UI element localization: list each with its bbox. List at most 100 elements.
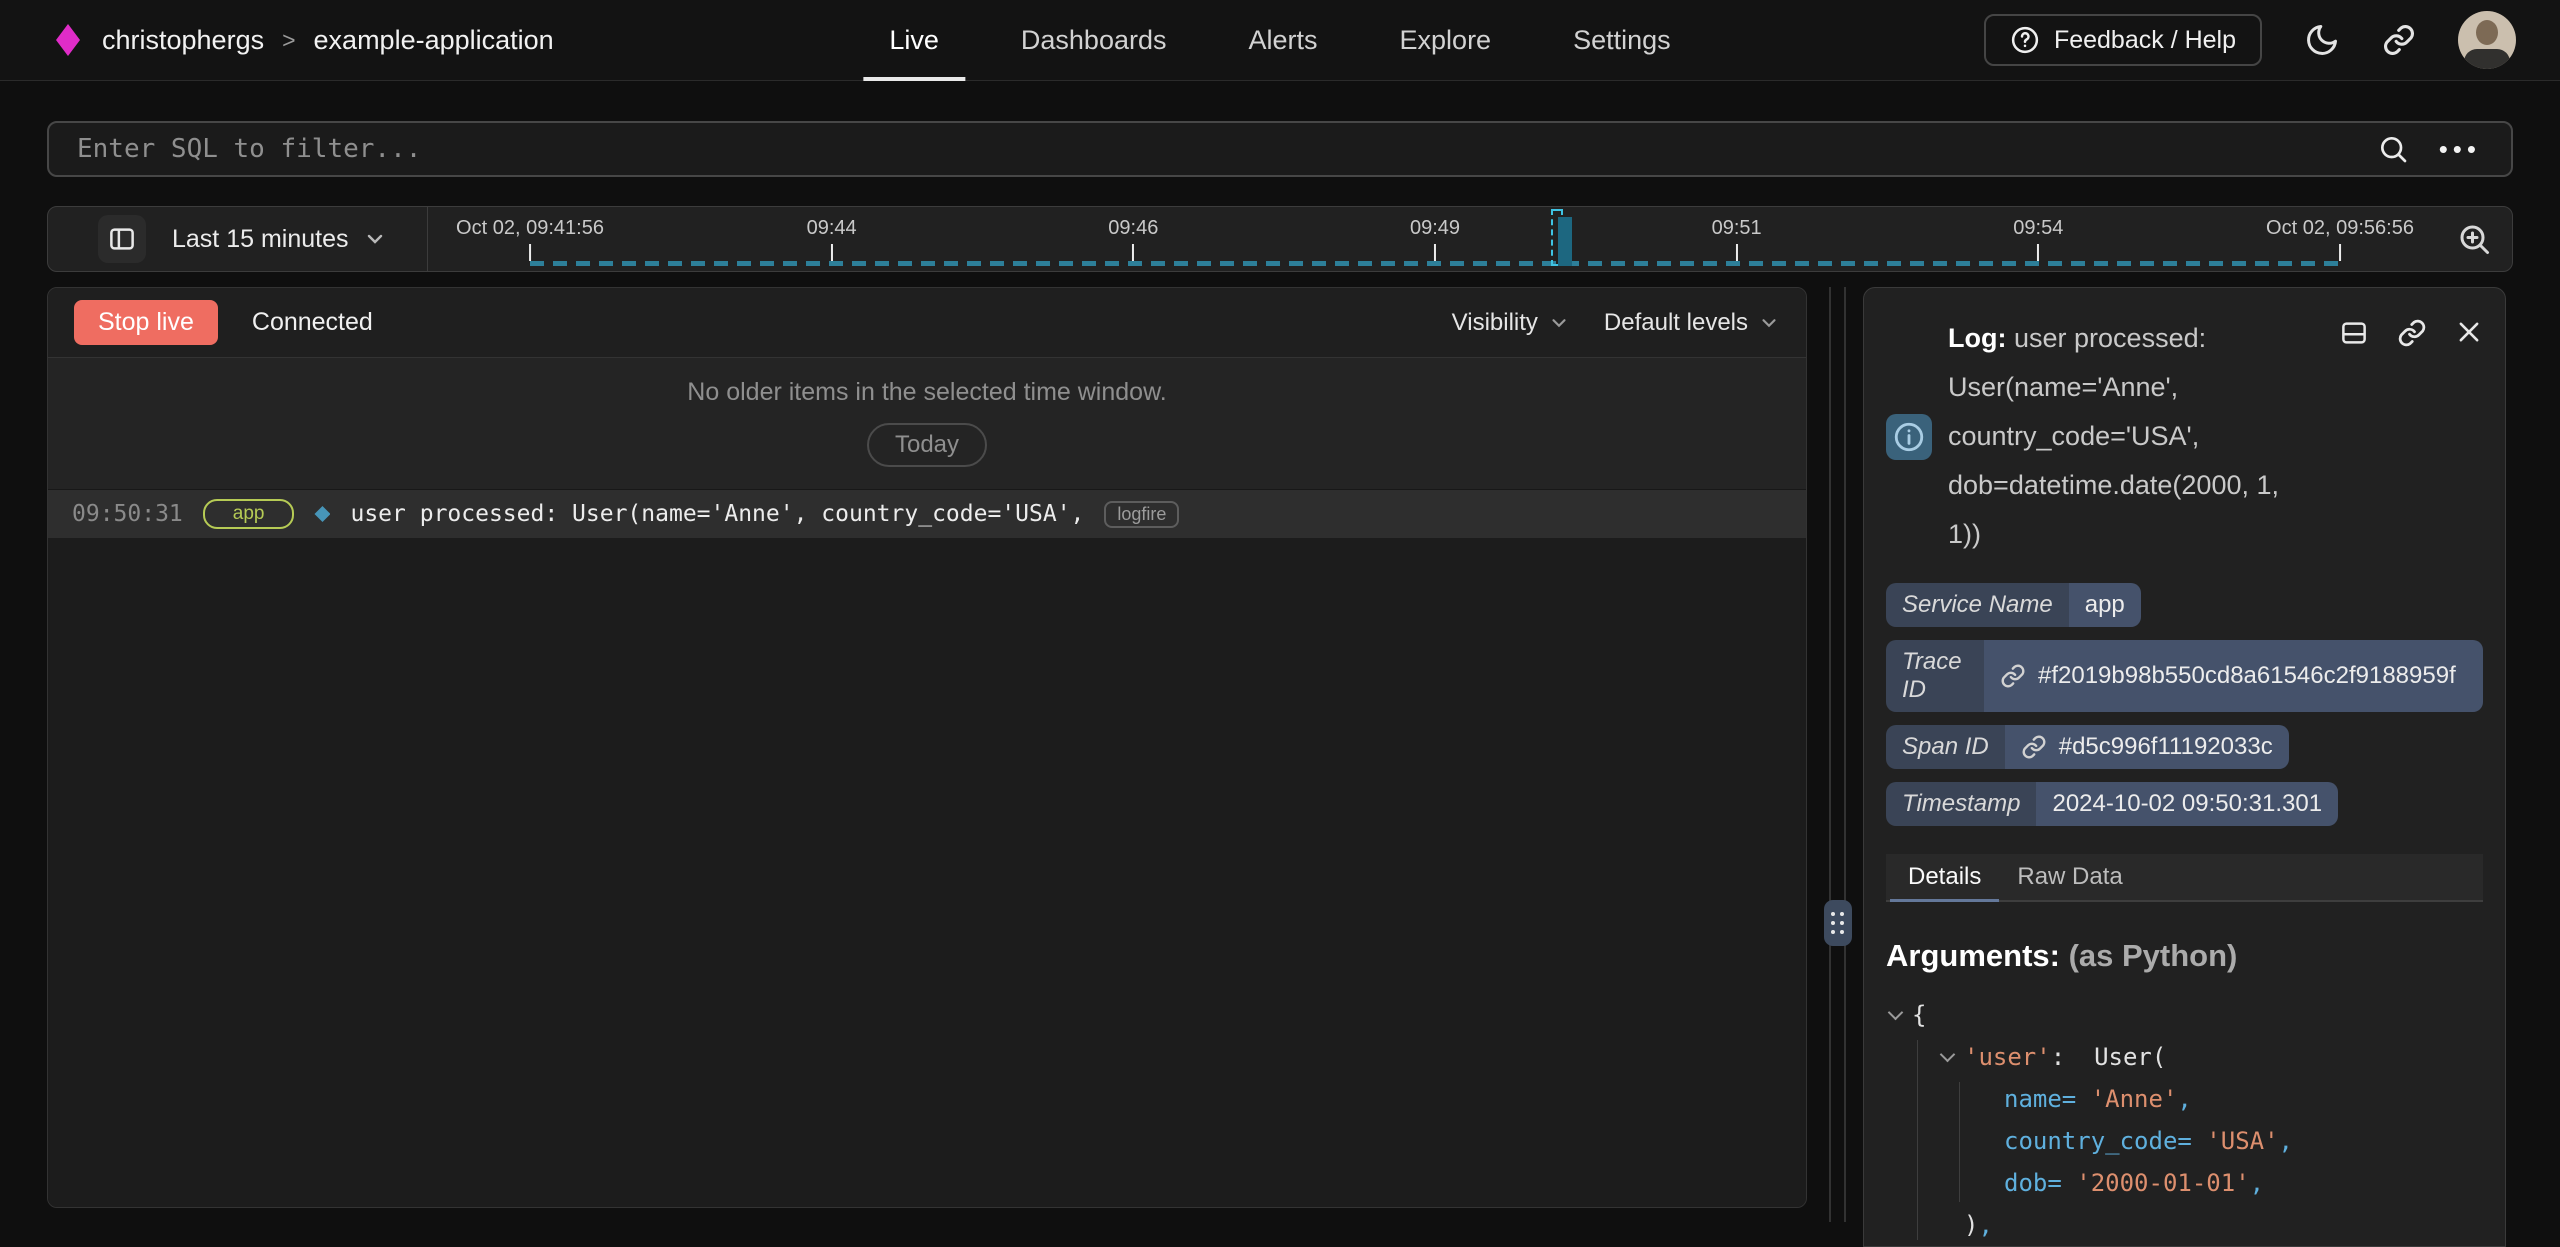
timeline-bar: Last 15 minutes Oct 02, 09:41:56 09:44 09:… [47, 206, 2513, 272]
field-label: Timestamp [1886, 782, 2036, 826]
detail-title-kind: Log: [1948, 323, 2006, 353]
default-levels-dropdown[interactable]: Default levels [1604, 309, 1780, 337]
code-token: 'user' [1964, 1043, 2051, 1071]
sql-filter-input[interactable] [49, 123, 2377, 175]
timeline-tick-label: Oct 02, 09:56:56 [2266, 217, 2414, 240]
avatar[interactable] [2458, 11, 2516, 69]
filter-more-button[interactable]: ••• [2439, 134, 2481, 165]
tab-alerts[interactable]: Alerts [1222, 0, 1343, 81]
code-token: ) [1964, 1211, 1978, 1239]
field-label: Span ID [1886, 725, 2005, 769]
code-line: name= 'Anne', [1886, 1078, 2483, 1120]
detail-title: Log: user processed: User(name='Anne', c… [1948, 314, 2280, 559]
arguments-heading: Arguments: (as Python) [1886, 938, 2483, 974]
drag-handle-icon[interactable] [1824, 900, 1852, 946]
chevron-down-icon [1758, 312, 1780, 334]
panel-resizer[interactable] [1829, 287, 1846, 1222]
arguments-code: {'user': User(name= 'Anne',country_code=… [1886, 994, 2483, 1247]
today-button[interactable]: Today [867, 423, 987, 467]
copy-link-button[interactable] [2397, 318, 2427, 348]
code-token: User( [2094, 1043, 2166, 1071]
live-view-panel: Stop live Connected Visibility Default l… [47, 287, 1807, 1208]
close-details-button[interactable] [2455, 318, 2483, 348]
stop-live-button[interactable]: Stop live [74, 300, 218, 345]
logfire-logo-icon[interactable] [56, 24, 80, 56]
code-token: country_code= [2004, 1127, 2206, 1155]
timeline-tick: 09:44 [807, 217, 857, 261]
field-value: app [2069, 583, 2141, 627]
tab-live[interactable]: Live [863, 0, 965, 81]
timeline-tick-mark [1434, 244, 1436, 261]
timeline-tick-mark [1736, 244, 1738, 261]
timeline-spike-bar[interactable] [1558, 217, 1572, 266]
log-list-empty-area [48, 538, 1806, 1207]
field-value[interactable]: #f2019b98b550cd8a61546c2f9188959f [1984, 640, 2483, 712]
detail-title-text: user processed: User(name='Anne', countr… [1948, 323, 2279, 549]
code-token: 'USA' [2206, 1127, 2278, 1155]
service-pill[interactable]: app [203, 499, 295, 529]
window-split-icon [2339, 318, 2369, 348]
field-chip-service-name: Service Nameapp [1886, 583, 2141, 627]
link-icon [2397, 318, 2427, 348]
timeline-tick-mark [1132, 244, 1134, 261]
tab-dashboards[interactable]: Dashboards [995, 0, 1193, 81]
code-token: name= [2004, 1085, 2091, 1113]
chevron-down-icon [1548, 312, 1570, 334]
breadcrumb-separator-icon: > [282, 27, 295, 54]
breadcrumb-project[interactable]: example-application [314, 25, 554, 56]
split-view-button[interactable] [2339, 318, 2369, 348]
info-level-icon [1886, 414, 1932, 460]
code-line: 'user': User( [1886, 1036, 2483, 1078]
code-token: dob= [2004, 1169, 2076, 1197]
timeline-tick: 09:46 [1108, 217, 1158, 261]
detail-tab-details[interactable]: Details [1890, 854, 1999, 900]
feedback-help-label: Feedback / Help [2054, 26, 2236, 55]
timeline-track[interactable]: Oct 02, 09:41:5609:4409:4609:4909:5109:5… [530, 207, 2340, 271]
tab-explore[interactable]: Explore [1374, 0, 1518, 81]
time-range-label: Last 15 minutes [172, 225, 349, 254]
timeline-tick-mark [2037, 244, 2039, 261]
live-view-header: Stop live Connected Visibility Default l… [48, 288, 1806, 358]
detail-tab-raw-data[interactable]: Raw Data [1999, 854, 2140, 900]
log-level-diamond-icon [314, 506, 330, 522]
zoom-in-icon [2456, 221, 2492, 257]
field-label: Trace ID [1886, 640, 1984, 712]
divider [427, 207, 428, 271]
breadcrumb-org[interactable]: christophergs [102, 25, 264, 56]
collapse-chevron-icon[interactable] [1940, 1047, 1956, 1063]
search-icon[interactable] [2377, 133, 2409, 165]
timeline-tick-label: Oct 02, 09:41:56 [456, 217, 604, 240]
close-icon [2455, 318, 2483, 348]
visibility-dropdown[interactable]: Visibility [1452, 309, 1570, 337]
time-range-select[interactable]: Last 15 minutes [172, 225, 387, 254]
code-token: : [2051, 1043, 2094, 1071]
log-message: user processed: User(name='Anne', countr… [350, 501, 1084, 527]
tab-settings[interactable]: Settings [1547, 0, 1697, 81]
breadcrumb: christophergs > example-application [102, 25, 554, 56]
code-token: , [2177, 1085, 2191, 1113]
scope-tag[interactable]: logfire [1104, 501, 1179, 528]
arguments-mode-label: (as Python) [2069, 938, 2238, 973]
timeline-tick: 09:51 [1712, 217, 1762, 261]
sidebar-toggle-button[interactable] [98, 215, 146, 263]
field-chip-trace-id: Trace ID#f2019b98b550cd8a61546c2f9188959… [1886, 640, 2483, 712]
field-chip-span-id: Span ID#d5c996f11192033c [1886, 725, 2289, 769]
timeline-tick-label: 09:46 [1108, 217, 1158, 240]
timeline-tick-label: 09:51 [1712, 217, 1762, 240]
empty-message: No older items in the selected time wind… [687, 378, 1166, 407]
zoom-in-button[interactable] [2456, 221, 2492, 257]
collapse-chevron-icon[interactable] [1888, 1005, 1904, 1021]
feedback-help-button[interactable]: Feedback / Help [1984, 14, 2262, 66]
theme-toggle-button[interactable] [2304, 22, 2340, 58]
code-line: country_code= 'USA', [1886, 1120, 2483, 1162]
link-icon [2382, 23, 2416, 57]
timeline-tick-mark [529, 244, 531, 261]
code-line: ), [1886, 1204, 2483, 1246]
empty-window-notice: No older items in the selected time wind… [48, 358, 1806, 490]
log-timestamp: 09:50:31 [72, 501, 183, 527]
link-icon [2021, 734, 2047, 760]
share-link-button[interactable] [2382, 23, 2416, 57]
log-row[interactable]: 09:50:31 app user processed: User(name='… [48, 490, 1806, 538]
timeline-tick-label: 09:54 [2013, 217, 2063, 240]
field-value[interactable]: #d5c996f11192033c [2005, 725, 2289, 769]
